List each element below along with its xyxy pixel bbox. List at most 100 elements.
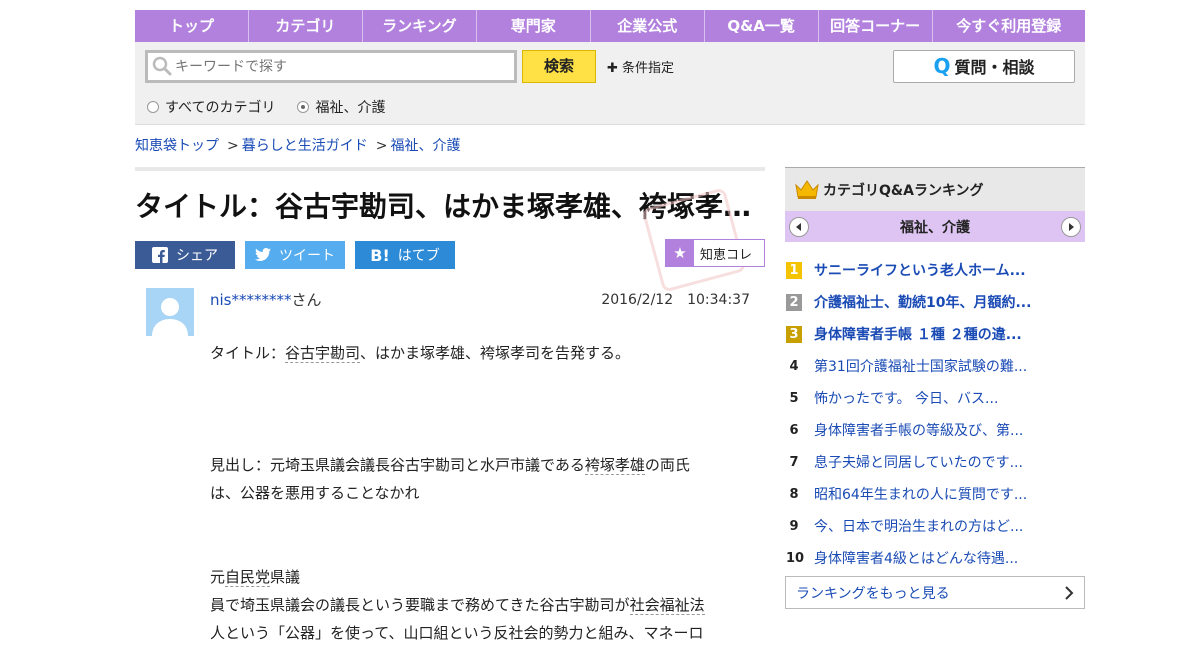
breadcrumb-sep: > [227,138,239,154]
rank-number: 10 [786,550,805,566]
prev-category-button[interactable] [789,216,809,237]
hatena-bookmark-button[interactable]: B! はてブ [355,241,455,269]
radio-all-label: すべてのカテゴリ [165,100,276,116]
ask-label: 質問・相談 [954,58,1035,77]
list-item: 10 身体障害者4級とはどんな待遇... [785,542,1085,574]
twitter-share-button[interactable]: ツイート [245,241,345,269]
nav-qa-list[interactable]: Q&A一覧 [705,10,819,42]
ranking-list: 1 サニーライフという老人ホーム... 2 介護福祉士、勤続10年、月額約... 3… [785,254,1085,574]
body-paragraph: 員で埼玉県議会の議長という要職まで務めてきた谷古宇勘司が社会福祉法 [210,596,705,615]
facebook-label: シェア [176,248,218,264]
global-nav: トップ カテゴリ ランキング 専門家 企業公式 Q&A一覧 回答コーナー 今すぐ… [135,10,1085,42]
ranking-link[interactable]: 息子夫婦と同居していたのです... [814,452,1023,472]
question-author: nis********さん [210,289,322,310]
ranking-link[interactable]: 身体障害者手帳の等級及び、第... [814,420,1023,440]
ranking-category-bar: 福祉、介護 [785,211,1085,242]
ranking-link[interactable]: 怖かったです。 今日、バス... [814,388,998,408]
search-panel: 検索 ✚ 条件指定 Q質問・相談 すべてのカテゴリ 福祉、介護 [135,42,1085,125]
body-paragraph: 見出し：元埼玉県議会議長谷古宇勘司と水戸市議である袴塚孝雄の両氏 は、公器を悪用す… [210,456,690,502]
list-item: 8 昭和64年生まれの人に質問です... [785,478,1085,510]
chevron-right-icon [1065,585,1074,600]
facebook-share-button[interactable]: シェア [135,241,235,269]
breadcrumb-top[interactable]: 知恵袋トップ [135,138,219,154]
conditions-label: 条件指定 [622,61,675,76]
chie-collection-button[interactable]: ★ 知恵コレ [665,239,765,267]
nav-official[interactable]: 企業公式 [591,10,705,42]
hatena-label: はてブ [397,248,440,264]
ranking-link[interactable]: 身体障害者手帳 １種 ２種の違... [814,324,1022,344]
radio-dot-selected[interactable] [297,101,310,113]
author-suffix: さん [291,291,322,309]
question-date: 2016/2/12 10:34:37 [601,292,750,308]
radio-dot[interactable] [147,101,159,113]
radio-this-category[interactable]: 福祉、介護 [297,97,385,117]
category-radio-group: すべてのカテゴリ 福祉、介護 [147,97,385,117]
breadcrumb: 知恵袋トップ > 暮らしと生活ガイド > 福祉、介護 [135,135,460,155]
nav-answer-corner[interactable]: 回答コーナー [819,10,933,42]
search-button[interactable]: 検索 [522,50,596,83]
ranking-link[interactable]: 介護福祉士、勤続10年、月額約... [814,292,1031,312]
ranking-link[interactable]: サニーライフという老人ホーム... [814,260,1026,280]
list-item: 3 身体障害者手帳 １種 ２種の違... [785,318,1085,350]
default-user-icon [152,298,188,336]
rank-number: 9 [789,518,799,534]
question-body: タイトル：谷古宇勘司、はかま塚孝雄、袴塚孝司を告発する。 見出し：元埼玉県議会議… [210,339,750,647]
rank-number: 8 [789,486,799,502]
ranking-header: カテゴリQ&Aランキング [785,167,1085,211]
next-category-button[interactable] [1061,216,1081,237]
list-item: 2 介護福祉士、勤続10年、月額約... [785,286,1085,318]
more-ranking-button[interactable]: ランキングをもっと見る [785,576,1085,609]
rank-number: 5 [789,390,799,406]
ask-question-button[interactable]: Q 質問・相談 [893,50,1075,83]
twitter-label: ツイート [279,248,335,264]
chie-collection-label: 知恵コレ [700,247,753,263]
avatar[interactable] [146,288,194,336]
ranking-link[interactable]: 昭和64年生まれの人に質問です... [814,484,1027,504]
breadcrumb-sep: > [375,138,388,154]
radio-category-label: 福祉、介護 [315,100,386,116]
keyword-link[interactable]: 谷古宇勘司 [285,344,361,363]
list-item: 1 サニーライフという老人ホーム... [785,254,1085,286]
nav-register[interactable]: 今すぐ利用登録 [933,10,1085,42]
star-icon: ★ [666,240,694,266]
search-box [145,50,517,83]
keyword-link[interactable]: 自民党 [225,568,271,587]
rank-number: 7 [789,454,799,470]
list-item: 6 身体障害者手帳の等級及び、第... [785,414,1085,446]
keyword-link[interactable]: 袴塚孝雄 [584,456,645,475]
plus-icon: ✚ [607,61,618,76]
twitter-icon [255,248,271,261]
q-icon: Q [933,54,951,78]
keyword-link[interactable]: 社会福祉法 [629,596,705,615]
rank-badge: 1 [786,261,802,279]
radio-all-categories[interactable]: すべてのカテゴリ [147,97,275,117]
triangle-left-icon [796,222,801,231]
ranking-link[interactable]: 今、日本で明治生まれの方はど... [814,516,1023,536]
search-icon [151,55,175,79]
rank-number: 4 [789,358,799,374]
rank-number: 6 [789,422,799,438]
author-link[interactable]: nis******** [210,291,292,309]
body-paragraph: タイトル：谷古宇勘司、はかま塚孝雄、袴塚孝司を告発する。 [210,344,631,363]
crown-icon [795,179,819,200]
breadcrumb-welfare[interactable]: 福祉、介護 [390,138,460,154]
rank-badge: 3 [786,325,802,343]
list-item: 7 息子夫婦と同居していたのです... [785,446,1085,478]
list-item: 4 第31回介護福祉士国家試験の難... [785,350,1085,382]
rank-badge: 2 [786,293,802,311]
ranking-link[interactable]: 第31回介護福祉士国家試験の難... [814,356,1027,376]
question-main: タイトル：谷古宇勘司、はかま塚孝雄、袴塚孝… シェア ツイート B! はてブ ★… [135,167,765,642]
list-item: 5 怖かったです。 今日、バス... [785,382,1085,414]
body-paragraph: 元自民党県議 [210,568,301,587]
nav-ranking[interactable]: ランキング [363,10,477,42]
conditions-link[interactable]: ✚ 条件指定 [607,57,674,76]
category-ranking-sidebar: カテゴリQ&Aランキング 福祉、介護 1 サニーライフという老人ホーム... 2介… [785,167,1085,609]
search-input[interactable] [175,58,514,75]
nav-expert[interactable]: 専門家 [477,10,591,42]
nav-top[interactable]: トップ [135,10,249,42]
breadcrumb-life-guide[interactable]: 暮らしと生活ガイド [242,138,368,154]
facebook-icon [152,247,168,263]
ranking-link[interactable]: 身体障害者4級とはどんな待遇... [814,548,1018,568]
nav-category[interactable]: カテゴリ [249,10,363,42]
